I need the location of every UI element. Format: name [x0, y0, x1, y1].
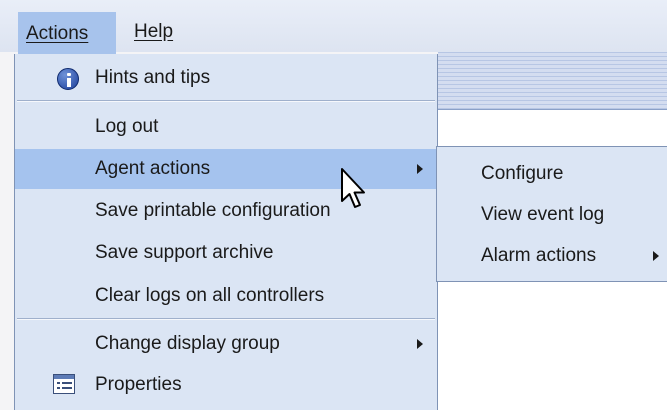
menu-item-agent-actions[interactable]: Agent actions [15, 149, 437, 189]
menu-separator [17, 318, 435, 320]
submenu-arrow-icon [417, 339, 423, 349]
submenu-item-configure[interactable]: Configure [437, 154, 667, 194]
menu-item-label: Properties [95, 374, 182, 395]
menu-item-save-printable-configuration[interactable]: Save printable configuration [15, 191, 437, 231]
submenu-item-alarm-actions[interactable]: Alarm actions [437, 236, 667, 276]
menu-item-hints-and-tips[interactable]: Hints and tips [15, 58, 437, 98]
mouse-cursor-icon [341, 168, 365, 208]
submenu-item-view-event-log[interactable]: View event log [437, 195, 667, 235]
info-icon [57, 68, 79, 90]
submenu-arrow-icon [417, 164, 423, 174]
menu-item-label: Change display group [95, 333, 280, 354]
menu-item-label: Save printable configuration [95, 200, 331, 221]
menu-item-properties[interactable]: Properties [15, 365, 437, 405]
menu-item-change-display-group[interactable]: Change display group [15, 324, 437, 364]
menu-item-save-support-archive[interactable]: Save support archive [15, 233, 437, 273]
properties-icon [53, 374, 75, 394]
menu-item-label: Save support archive [95, 242, 274, 263]
menu-item-label: Agent actions [95, 158, 211, 179]
menu-item-label: Log out [95, 116, 159, 137]
menu-item-label: Alarm actions [481, 245, 597, 266]
submenu-arrow-icon [653, 251, 659, 261]
panel-header-strip [438, 52, 667, 110]
menu-actions[interactable]: Actions [18, 12, 116, 56]
agent-actions-submenu: Configure View event log Alarm actions [436, 146, 667, 282]
menu-item-clear-logs[interactable]: Clear logs on all controllers [15, 276, 437, 316]
menu-item-log-out[interactable]: Log out [15, 107, 437, 147]
menu-item-label: Clear logs on all controllers [95, 285, 325, 306]
menu-help[interactable]: Help [126, 12, 186, 52]
menu-item-label: View event log [481, 204, 605, 225]
menu-bar: Actions Help [0, 0, 667, 56]
menu-item-label: Hints and tips [95, 67, 211, 88]
actions-menu: Hints and tips Log out Agent actions Sav… [14, 54, 438, 410]
menu-separator [17, 100, 435, 102]
menu-item-label: Configure [481, 163, 564, 184]
